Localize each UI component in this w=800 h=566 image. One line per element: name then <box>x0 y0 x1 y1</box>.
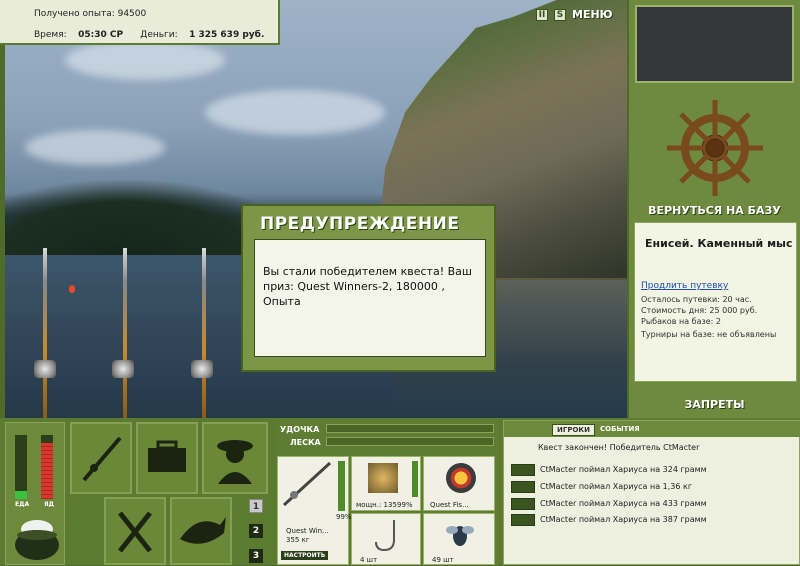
fish-icon <box>180 517 226 544</box>
money-value: 1 325 639 руб. <box>189 30 265 40</box>
food-gauge <box>15 435 27 499</box>
tackle-box-slot[interactable] <box>136 422 198 494</box>
rod-condition-bar <box>338 461 345 511</box>
line-tension-bar <box>326 437 494 446</box>
fish-icon <box>511 514 535 526</box>
tab-players[interactable]: ИГРОКИ <box>552 424 595 436</box>
fisherman-icon <box>217 440 253 484</box>
cloud <box>65 40 225 80</box>
rod-tension-label: УДОЧКА <box>280 425 320 434</box>
warning-dialog[interactable]: ПРЕДУПРЕЖДЕНИЕ Вы стали победителем квес… <box>241 204 496 372</box>
gear-panel: УДОЧКА ЛЕСКА 99% Quest Win... 355 кг НАС… <box>276 420 498 565</box>
list-item: CtMacter поймал Хариуса на 387 грамм <box>540 515 707 524</box>
reel-cell[interactable]: мощн.: 135 99% <box>351 456 421 511</box>
cloud <box>205 90 385 135</box>
cloud <box>25 130 165 165</box>
line-tension-label: ЛЕСКА <box>290 438 321 447</box>
poison-label: ЯД <box>44 501 54 508</box>
bait-count: 49 шт <box>432 556 454 564</box>
fish-slot[interactable] <box>170 497 232 565</box>
location-name: Енисей. Каменный мыс <box>645 237 793 250</box>
list-item: CtMacter поймал Хариуса на 433 грамм <box>540 499 707 508</box>
bobber-icon <box>69 285 75 293</box>
reel-percent: 99% <box>397 501 413 509</box>
menu-button[interactable]: МЕНЮ <box>572 8 613 21</box>
list-item: CtMacter поймал Хариуса на 1,36 кг <box>540 482 693 491</box>
reel-icon <box>368 463 398 493</box>
hook-icon <box>375 520 395 552</box>
pause-icon[interactable]: II <box>536 8 548 21</box>
hook-cell[interactable]: 4 шт <box>351 513 421 565</box>
side-display <box>635 5 794 83</box>
rod-name: Quest Win... <box>286 527 329 535</box>
tab-events[interactable]: СОБЫТИЯ <box>596 424 644 434</box>
ship-wheel-icon[interactable] <box>663 96 767 200</box>
poison-level <box>41 442 53 499</box>
setup-button[interactable]: НАСТРОИТЬ <box>281 551 329 560</box>
food-pot-icon[interactable] <box>12 515 62 563</box>
rod-icon <box>82 436 122 482</box>
log-tabs: ИГРОКИ СОБЫТИЯ <box>504 421 800 437</box>
food-label: ЕДА <box>15 501 30 508</box>
top-controls: II S МЕНЮ <box>536 8 613 21</box>
rod-slot[interactable] <box>70 422 132 494</box>
location-info: Енисей. Каменный мыс Продлить путевку Ос… <box>634 222 797 382</box>
extend-permit-link[interactable]: Продлить путевку <box>641 281 728 291</box>
line-name: Quest Fis... <box>430 501 469 509</box>
time-value: 05:30 СР <box>78 30 124 40</box>
restrictions-button[interactable]: ЗАПРЕТЫ <box>629 398 800 411</box>
page-3-button[interactable]: 3 <box>249 549 263 563</box>
eat-slot[interactable] <box>104 497 166 565</box>
dialog-title: ПРЕДУПРЕЖДЕНИЕ <box>260 214 460 234</box>
fishing-rod-1[interactable] <box>43 248 47 418</box>
day-cost: Стоимость дня: 25 000 руб. <box>641 306 758 315</box>
knife-fork-icon <box>118 511 152 553</box>
return-to-base-button[interactable]: ВЕРНУТЬСЯ НА БАЗУ <box>629 204 800 217</box>
fish-icon <box>511 498 535 510</box>
side-panel: ВЕРНУТЬСЯ НА БАЗУ Енисей. Каменный мыс П… <box>629 0 800 418</box>
poison-gauge <box>41 435 53 499</box>
rod-icon <box>282 461 332 507</box>
bait-cell[interactable]: 49 шт <box>423 513 495 565</box>
hook-count: 4 шт <box>360 556 378 564</box>
rod-percent: 99% <box>336 513 352 521</box>
reel-icon <box>34 360 56 378</box>
player-stats-panel: Получено опыта: 94500 Время: 05:30 СР Де… <box>0 0 280 45</box>
dialog-message: Вы стали победителем квеста! Ваш приз: Q… <box>254 239 486 357</box>
time-label: Время: <box>34 30 67 40</box>
rod-cell[interactable]: 99% Quest Win... 355 кг НАСТРОИТЬ <box>277 456 352 565</box>
reel-icon <box>112 360 134 378</box>
health-panel: ЕДА ЯД <box>5 422 65 565</box>
permit-remaining: Осталось путевки: 20 час. <box>641 295 752 304</box>
tournaments-status: Турниры на базе: не объявлены <box>641 330 777 339</box>
page-1-button[interactable]: 1 <box>249 499 263 513</box>
food-level <box>15 491 27 499</box>
reel-icon <box>191 360 213 378</box>
money-label: Деньги: <box>140 30 178 40</box>
rod-tension-bar <box>326 424 494 433</box>
page-2-button[interactable]: 2 <box>249 524 263 538</box>
fishing-rod-3[interactable] <box>202 248 206 418</box>
experience-text: Получено опыта: 94500 <box>34 9 147 19</box>
reel-power: мощн.: 135 <box>356 501 397 509</box>
line-cell[interactable]: Quest Fis... <box>423 456 495 511</box>
line-spool-icon <box>446 463 476 493</box>
fishers-count: Рыбаков на базе: 2 <box>641 317 721 326</box>
list-item: CtMacter поймал Хариуса на 324 грамм <box>540 465 707 474</box>
fishing-rod-2[interactable] <box>123 248 127 418</box>
tackle-box-icon <box>148 440 186 472</box>
sound-icon[interactable]: S <box>554 8 566 21</box>
fish-icon <box>511 481 535 493</box>
reel-condition-bar <box>412 461 418 497</box>
insect-bait-icon <box>446 526 474 546</box>
fisherman-slot[interactable] <box>202 422 268 494</box>
events-log-panel: ИГРОКИ СОБЫТИЯ Квест закончен! Победител… <box>503 420 800 565</box>
fish-icon <box>511 464 535 476</box>
rod-weight: 355 кг <box>286 536 310 544</box>
time-money-row: Время: 05:30 СР Деньги: 1 325 639 руб. <box>34 30 274 40</box>
quest-finished-message: Квест закончен! Победитель CtMacter <box>538 443 700 452</box>
